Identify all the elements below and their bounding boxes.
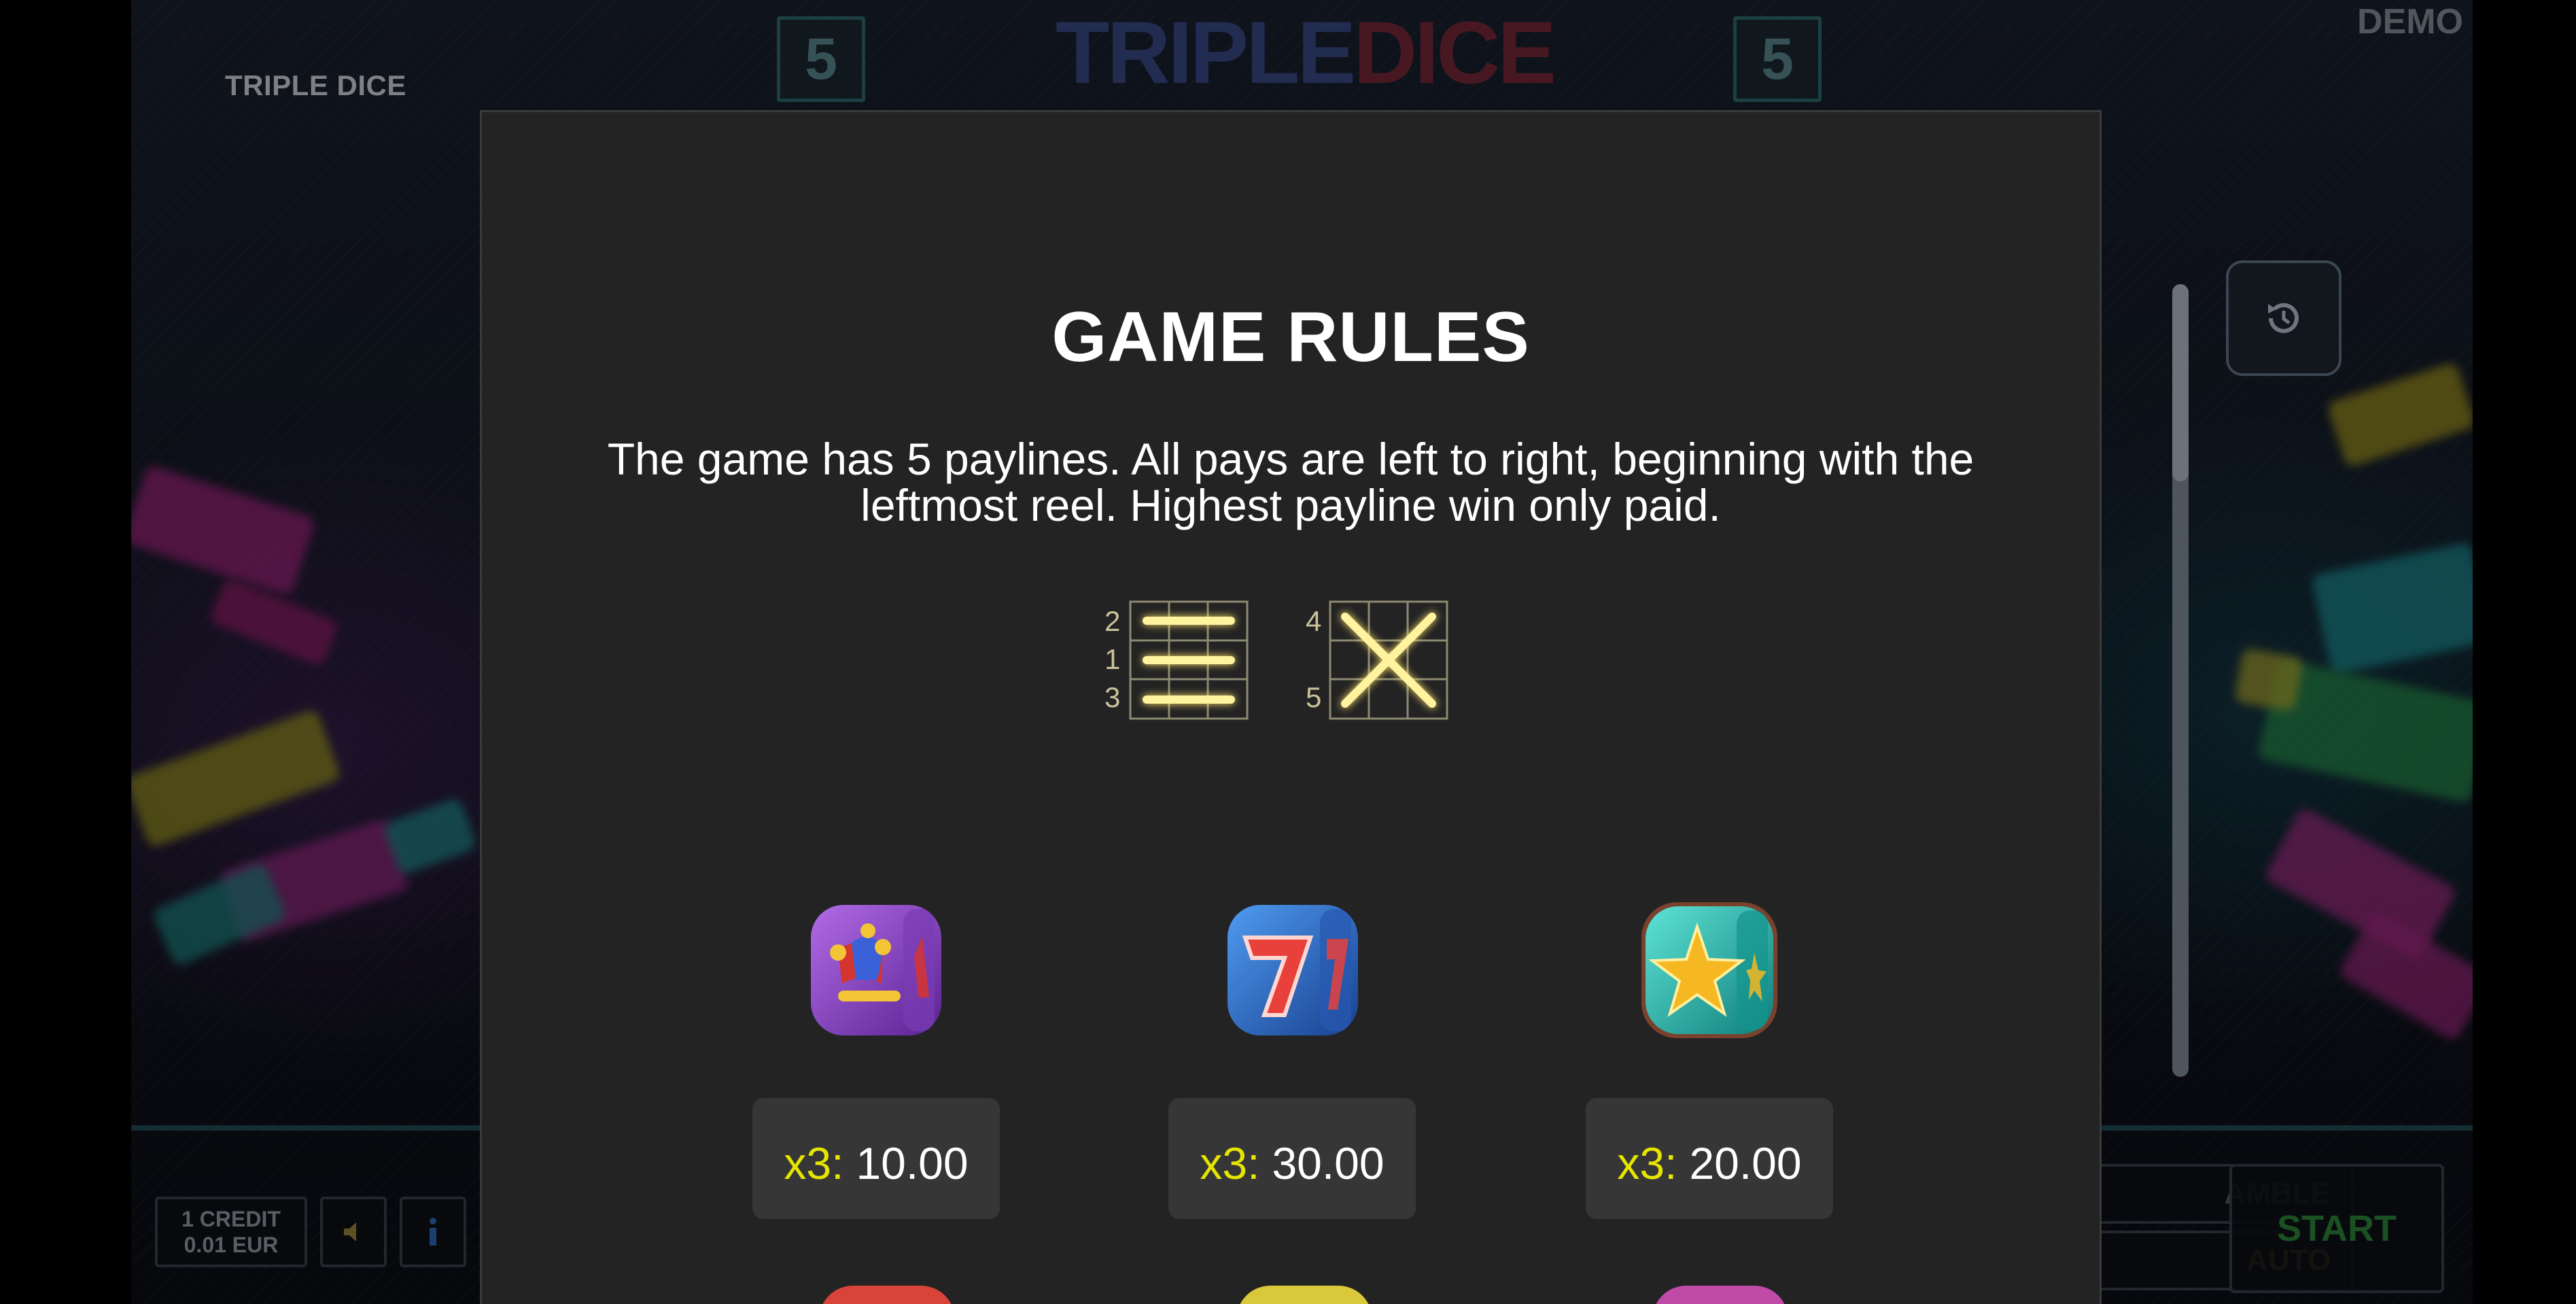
payout-seven: x3: 30.00 bbox=[1168, 1098, 1416, 1219]
seven-dice-symbol bbox=[1228, 905, 1358, 1035]
payline-number: 4 bbox=[1306, 605, 1322, 637]
history-icon bbox=[2268, 303, 2299, 333]
payout-multiplier: x3: bbox=[1200, 1138, 1260, 1188]
payline-number: 1 bbox=[1104, 643, 1121, 675]
payout-value: 30.00 bbox=[1272, 1138, 1385, 1188]
rules-title: GAME RULES bbox=[1051, 298, 1530, 377]
payout-value: 10.00 bbox=[856, 1138, 969, 1188]
payline-grid-diagonal bbox=[1329, 600, 1448, 720]
payline-number: 2 bbox=[1104, 605, 1121, 637]
rules-scrollbar[interactable] bbox=[2172, 284, 2189, 1077]
jester-dice-symbol bbox=[811, 905, 941, 1035]
payline-number: 5 bbox=[1306, 681, 1322, 713]
rules-description: The game has 5 paylines. All pays are le… bbox=[607, 434, 1974, 530]
payline-number: 3 bbox=[1104, 681, 1121, 713]
payout-multiplier: x3: bbox=[784, 1138, 844, 1188]
payline-grid-horizontal bbox=[1129, 600, 1249, 720]
red-dice-symbol bbox=[819, 1286, 955, 1304]
payout-value: 20.00 bbox=[1689, 1138, 1802, 1188]
payout-multiplier: x3: bbox=[1617, 1138, 1677, 1188]
star-dice-symbol bbox=[1641, 902, 1777, 1038]
game-rules-dialog: GAME RULES The game has 5 paylines. All … bbox=[480, 110, 2102, 1304]
history-button[interactable] bbox=[2226, 260, 2342, 376]
payout-jester: x3: 10.00 bbox=[752, 1098, 1000, 1219]
payline-diagram: 2 1 3 4 5 bbox=[1104, 600, 1472, 743]
scrollbar-thumb[interactable] bbox=[2172, 284, 2189, 481]
yellow-dice-symbol bbox=[1236, 1286, 1372, 1304]
payout-star: x3: 20.00 bbox=[1586, 1098, 1833, 1219]
pink-dice-symbol bbox=[1652, 1286, 1788, 1304]
game-screen: TRIPLE DICE DEMO 5 TRIPLEDICE 5 1 CREDIT… bbox=[0, 0, 2576, 1304]
